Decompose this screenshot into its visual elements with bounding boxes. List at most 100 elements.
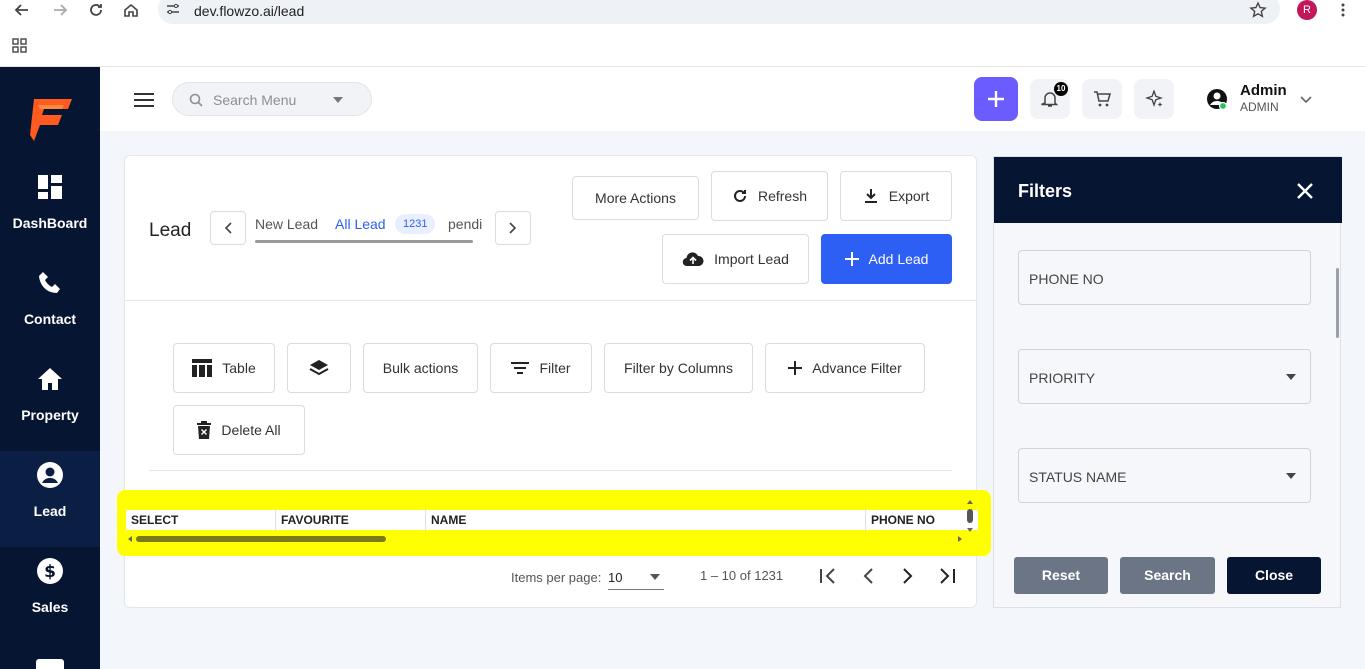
tab-all-lead[interactable]: All Lead bbox=[335, 216, 386, 232]
column-divider bbox=[425, 508, 426, 532]
profile-avatar[interactable]: R bbox=[1297, 0, 1317, 20]
back-arrow-icon[interactable] bbox=[10, 0, 34, 20]
reload-icon[interactable] bbox=[84, 0, 108, 20]
bookmark-star-icon[interactable] bbox=[1246, 0, 1270, 20]
add-lead-button[interactable]: Add Lead bbox=[821, 234, 952, 284]
chevron-down-icon[interactable] bbox=[333, 97, 343, 103]
pagination-range: 1 – 10 of 1231 bbox=[700, 568, 784, 583]
cart-button[interactable] bbox=[1082, 79, 1122, 119]
table-view-button[interactable]: Table bbox=[173, 343, 275, 393]
filters-title: Filters bbox=[1018, 181, 1073, 201]
priority-select[interactable]: PRIORITY bbox=[1018, 349, 1311, 404]
ai-sparkle-button[interactable] bbox=[1134, 79, 1174, 119]
column-header-favourite[interactable]: FAVOURITE bbox=[281, 513, 349, 527]
user-role: ADMIN bbox=[1240, 100, 1279, 114]
sidebar-item-label: Sales bbox=[31, 599, 69, 615]
search-placeholder: Search Menu bbox=[213, 92, 297, 108]
delete-all-label: Delete All bbox=[221, 422, 281, 438]
quick-add-button[interactable] bbox=[974, 77, 1018, 121]
advance-filter-label: Advance Filter bbox=[812, 360, 902, 376]
previous-page-icon[interactable] bbox=[862, 568, 874, 584]
close-icon[interactable] bbox=[1297, 183, 1313, 199]
search-button[interactable]: Search bbox=[1120, 557, 1215, 594]
table-vertical-scrollbar[interactable] bbox=[965, 499, 975, 533]
export-button[interactable]: Export bbox=[840, 171, 952, 221]
reset-button[interactable]: Reset bbox=[1014, 557, 1108, 594]
filters-scrollbar[interactable] bbox=[1336, 268, 1339, 338]
field-label: PHONE NO bbox=[1029, 271, 1104, 287]
items-per-page-label: Items per page: bbox=[511, 570, 602, 585]
import-label: Import Lead bbox=[714, 251, 789, 267]
tabs-next-button[interactable] bbox=[495, 211, 531, 245]
refresh-button[interactable]: Refresh bbox=[711, 171, 828, 221]
filter-by-columns-button[interactable]: Filter by Columns bbox=[604, 343, 753, 393]
phone-no-field[interactable]: PHONE NO bbox=[1018, 250, 1311, 305]
notifications-button[interactable]: 10 bbox=[1030, 79, 1070, 119]
search-menu-input[interactable]: Search Menu bbox=[172, 82, 372, 116]
top-bar: Search Menu 10 Admin ADMIN bbox=[100, 67, 1365, 131]
close-button[interactable]: Close bbox=[1227, 557, 1321, 594]
sidebar-item-label: Property bbox=[21, 407, 79, 423]
sidebar-item-sales[interactable]: $ Sales bbox=[0, 547, 100, 643]
next-page-icon[interactable] bbox=[902, 568, 914, 584]
sidebar-item-contact[interactable]: Contact bbox=[0, 259, 100, 355]
field-label: STATUS NAME bbox=[1029, 469, 1127, 485]
hamburger-menu-icon[interactable] bbox=[134, 92, 154, 108]
home-icon[interactable] bbox=[119, 0, 143, 20]
home-icon bbox=[36, 365, 64, 393]
items-per-page-select[interactable]: 10 bbox=[608, 562, 664, 590]
more-actions-label: More Actions bbox=[595, 190, 676, 206]
user-avatar-icon[interactable] bbox=[1206, 88, 1228, 110]
chevron-down-icon bbox=[650, 574, 660, 580]
forward-arrow-icon[interactable] bbox=[48, 0, 72, 20]
user-name: Admin bbox=[1240, 82, 1287, 99]
sidebar-item-label: Lead bbox=[33, 503, 67, 519]
cloud-upload-icon bbox=[682, 252, 704, 267]
tabs-prev-button[interactable] bbox=[210, 211, 246, 245]
sidebar-next-item-icon[interactable] bbox=[36, 659, 64, 669]
sidebar-item-label: DashBoard bbox=[12, 215, 88, 231]
table-label: Table bbox=[222, 360, 256, 376]
filter-label: Filter bbox=[539, 360, 571, 376]
chevron-down-icon[interactable] bbox=[1300, 96, 1312, 104]
column-header-phone-no[interactable]: PHONE NO bbox=[871, 513, 935, 527]
address-bar[interactable]: dev.flowzo.ai/lead bbox=[158, 0, 1280, 24]
tabs-scrollbar[interactable] bbox=[255, 240, 473, 243]
main-area: Search Menu 10 Admin ADMIN Lead New Lead… bbox=[100, 67, 1365, 669]
table-icon bbox=[192, 359, 213, 377]
first-page-icon[interactable] bbox=[819, 568, 837, 584]
more-actions-button[interactable]: More Actions bbox=[572, 176, 699, 220]
tab-pending[interactable]: pendi bbox=[448, 216, 488, 232]
filter-button[interactable]: Filter bbox=[490, 343, 592, 393]
filters-panel: Filters PHONE NO PRIORITY STATUS NAME Re… bbox=[993, 156, 1342, 608]
sidebar-item-lead[interactable]: Lead bbox=[0, 451, 100, 547]
sparkle-icon bbox=[1145, 90, 1163, 107]
import-lead-button[interactable]: Import Lead bbox=[662, 234, 809, 284]
advance-filter-button[interactable]: Advance Filter bbox=[765, 343, 925, 393]
chevron-left-icon bbox=[224, 222, 232, 234]
column-header-select[interactable]: SELECT bbox=[131, 513, 178, 527]
horizontal-scroll-thumb[interactable] bbox=[136, 536, 386, 542]
sidebar-item-property[interactable]: Property bbox=[0, 355, 100, 451]
bulk-actions-button[interactable]: Bulk actions bbox=[363, 343, 478, 393]
apps-grid-icon[interactable] bbox=[12, 38, 28, 54]
site-settings-icon[interactable] bbox=[166, 3, 180, 15]
app-logo[interactable] bbox=[28, 95, 74, 143]
layers-button[interactable] bbox=[287, 343, 351, 393]
delete-all-button[interactable]: Delete All bbox=[173, 405, 305, 455]
trash-icon bbox=[197, 421, 212, 439]
last-page-icon[interactable] bbox=[938, 568, 956, 584]
status-name-select[interactable]: STATUS NAME bbox=[1018, 448, 1311, 503]
column-header-name[interactable]: NAME bbox=[431, 513, 466, 527]
browser-menu-icon[interactable] bbox=[1331, 0, 1355, 20]
sidebar-item-dashboard[interactable]: DashBoard bbox=[0, 163, 100, 259]
plus-icon bbox=[788, 361, 803, 375]
filter-icon bbox=[511, 362, 530, 374]
dollar-icon: $ bbox=[36, 557, 64, 585]
tab-new-lead[interactable]: New Lead bbox=[255, 216, 318, 232]
layers-icon bbox=[309, 360, 329, 376]
divider bbox=[149, 470, 952, 471]
field-label: PRIORITY bbox=[1029, 370, 1096, 386]
refresh-icon bbox=[734, 189, 746, 202]
refresh-label: Refresh bbox=[757, 188, 808, 204]
